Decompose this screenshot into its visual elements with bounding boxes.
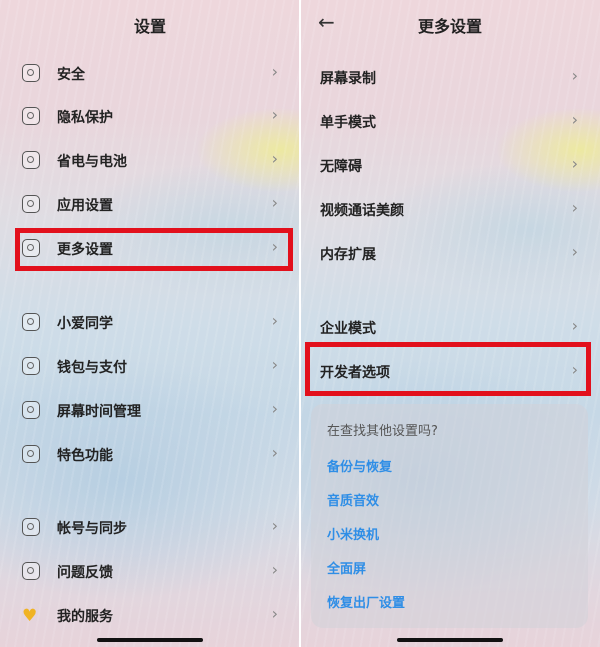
settings-item-label: 钱包与支付 bbox=[57, 360, 127, 376]
settings-item-wallet[interactable]: 钱包与支付 › bbox=[0, 348, 300, 384]
suggestions-card: 在查找其他设置吗? 备份与恢复 音质音效 小米换机 全面屏 恢复出厂设置 bbox=[311, 404, 588, 628]
settings-item-features[interactable]: 特色功能 › bbox=[0, 436, 300, 472]
settings-item-label: 问题反馈 bbox=[57, 565, 113, 581]
xiaoai-icon bbox=[22, 313, 40, 331]
more-item-enterprise-mode[interactable]: 企业模式 › bbox=[300, 309, 600, 345]
settings-item-feedback[interactable]: 问题反馈 › bbox=[0, 553, 300, 589]
settings-item-label: 帐号与同步 bbox=[57, 521, 127, 537]
chevron-right-icon: › bbox=[271, 399, 278, 418]
suggest-link-factory-reset[interactable]: 恢复出厂设置 bbox=[327, 592, 405, 611]
settings-item-xiaoai[interactable]: 小爱同学 › bbox=[0, 304, 300, 340]
privacy-icon bbox=[22, 107, 40, 125]
more-item-one-handed[interactable]: 单手模式 › bbox=[300, 103, 600, 139]
settings-item-screen-time[interactable]: 屏幕时间管理 › bbox=[0, 392, 300, 428]
highlight-box-more-settings bbox=[15, 228, 293, 271]
more-item-screen-recording[interactable]: 屏幕录制 › bbox=[300, 59, 600, 95]
more-item-label: 无障碍 bbox=[320, 159, 362, 175]
chevron-right-icon: › bbox=[271, 62, 278, 81]
screen-divider bbox=[299, 0, 301, 647]
chevron-right-icon: › bbox=[271, 516, 278, 535]
chevron-right-icon: › bbox=[271, 311, 278, 330]
more-item-video-beauty[interactable]: 视频通话美颜 › bbox=[300, 191, 600, 227]
settings-item-label: 小爱同学 bbox=[57, 316, 113, 332]
drop-icon bbox=[22, 445, 40, 463]
more-item-accessibility[interactable]: 无障碍 › bbox=[300, 147, 600, 183]
settings-item-label: 屏幕时间管理 bbox=[57, 404, 141, 420]
settings-item-my-services[interactable]: ♥ 我的服务 › bbox=[0, 597, 300, 633]
chevron-right-icon: › bbox=[571, 316, 578, 335]
home-indicator[interactable] bbox=[97, 638, 203, 642]
highlight-box-developer-options bbox=[305, 342, 591, 396]
account-icon bbox=[22, 518, 40, 536]
settings-item-privacy[interactable]: 隐私保护 › bbox=[0, 98, 300, 134]
settings-item-label: 省电与电池 bbox=[57, 154, 127, 170]
chevron-right-icon: › bbox=[571, 110, 578, 129]
chevron-right-icon: › bbox=[271, 105, 278, 124]
settings-item-label: 特色功能 bbox=[57, 448, 113, 464]
settings-item-label: 隐私保护 bbox=[57, 110, 113, 126]
more-item-label: 屏幕录制 bbox=[320, 71, 376, 87]
page-title: 更多设置 bbox=[417, 17, 482, 36]
feedback-icon bbox=[22, 562, 40, 580]
battery-icon bbox=[22, 151, 40, 169]
chevron-right-icon: › bbox=[271, 604, 278, 623]
chevron-right-icon: › bbox=[271, 149, 278, 168]
chevron-right-icon: › bbox=[571, 154, 578, 173]
more-item-label: 单手模式 bbox=[320, 115, 376, 131]
more-item-label: 内存扩展 bbox=[320, 247, 376, 263]
chevron-right-icon: › bbox=[271, 560, 278, 579]
settings-item-account[interactable]: 帐号与同步 › bbox=[0, 509, 300, 545]
chevron-right-icon: › bbox=[571, 66, 578, 85]
suggestions-question: 在查找其他设置吗? bbox=[327, 424, 438, 439]
shield-icon bbox=[22, 64, 40, 82]
more-item-label: 企业模式 bbox=[320, 321, 376, 337]
more-item-memory-extension[interactable]: 内存扩展 › bbox=[300, 235, 600, 271]
hourglass-icon bbox=[22, 401, 40, 419]
suggest-link-backup[interactable]: 备份与恢复 bbox=[327, 456, 392, 475]
apps-icon bbox=[22, 195, 40, 213]
page-title: 设置 bbox=[133, 17, 166, 36]
settings-item-apps[interactable]: 应用设置 › bbox=[0, 186, 300, 222]
settings-item-label: 安全 bbox=[57, 67, 85, 83]
settings-item-battery[interactable]: 省电与电池 › bbox=[0, 142, 300, 178]
chevron-right-icon: › bbox=[271, 443, 278, 462]
home-indicator[interactable] bbox=[397, 638, 503, 642]
settings-item-label: 应用设置 bbox=[57, 198, 113, 214]
more-item-label: 视频通话美颜 bbox=[320, 203, 404, 219]
heart-icon: ♥ bbox=[22, 606, 38, 626]
suggest-link-mi-mover[interactable]: 小米换机 bbox=[327, 524, 379, 543]
settings-item-security[interactable]: 安全 › bbox=[0, 55, 300, 91]
chevron-right-icon: › bbox=[271, 193, 278, 212]
chevron-right-icon: › bbox=[571, 198, 578, 217]
chevron-right-icon: › bbox=[571, 242, 578, 261]
chevron-right-icon: › bbox=[271, 355, 278, 374]
suggest-link-sound[interactable]: 音质音效 bbox=[327, 490, 379, 509]
settings-screen: 设置 安全 › 隐私保护 › 省电与电池 › 应用设置 › 更多设置 › 小爱同… bbox=[0, 0, 300, 647]
wallet-icon bbox=[22, 357, 40, 375]
settings-item-label: 我的服务 bbox=[57, 609, 113, 625]
suggest-link-fullscreen[interactable]: 全面屏 bbox=[327, 558, 366, 577]
